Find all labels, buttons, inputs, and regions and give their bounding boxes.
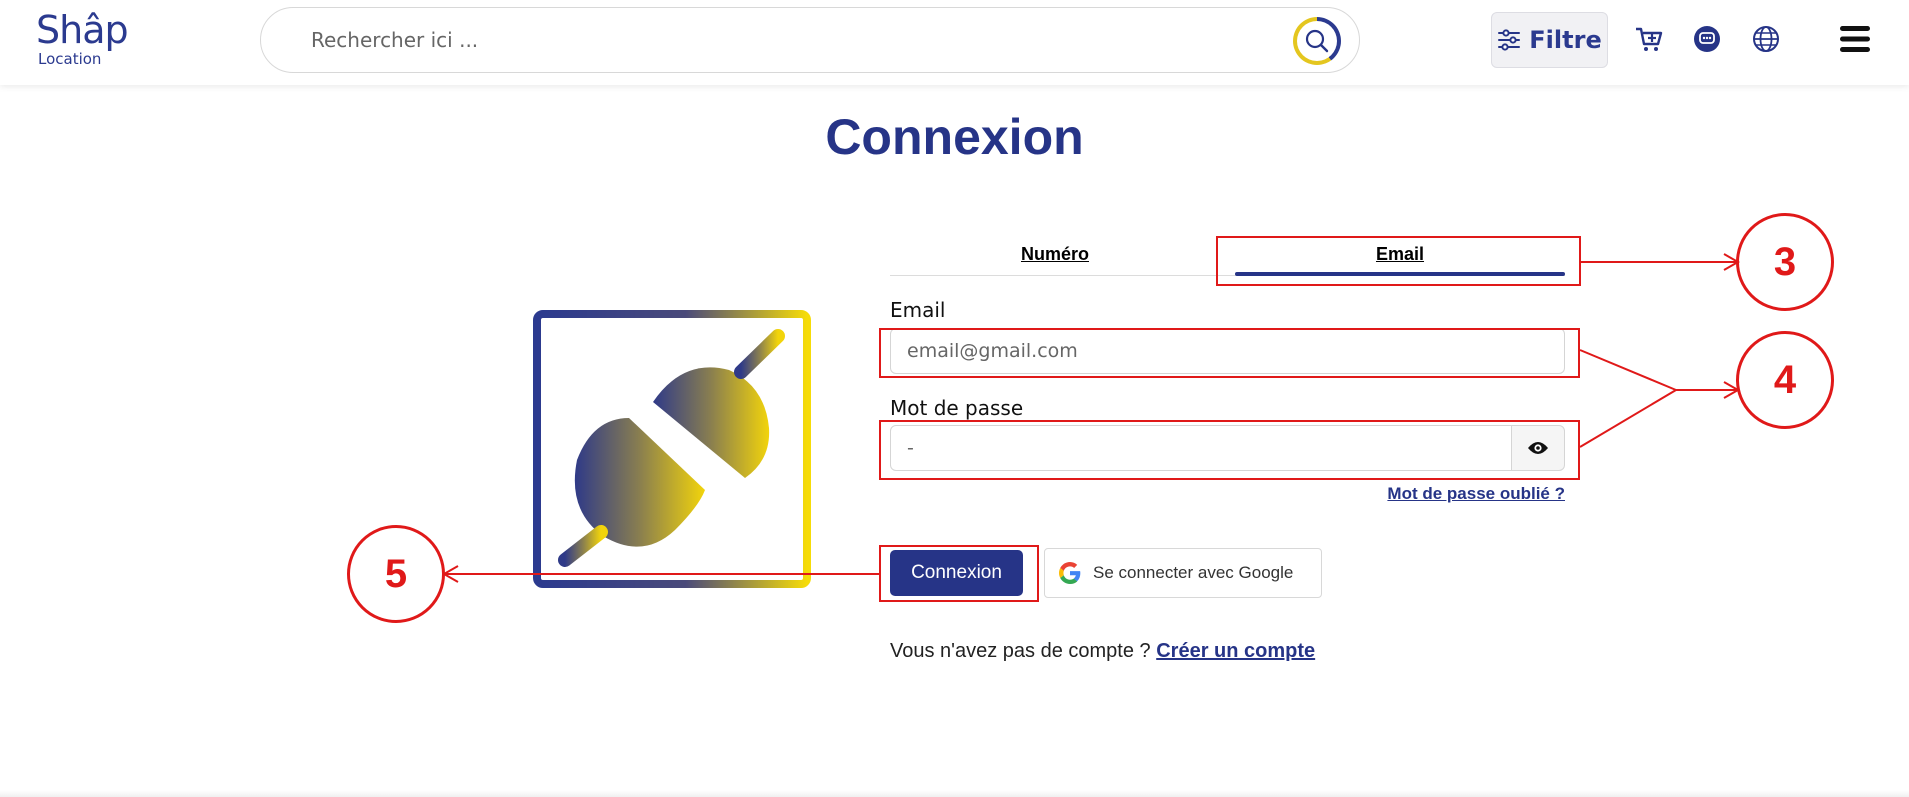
search-bar [260, 7, 1360, 73]
search-input[interactable] [311, 8, 1211, 72]
search-icon [1305, 29, 1329, 53]
globe-icon [1753, 26, 1779, 52]
google-button-label: Se connecter avec Google [1093, 563, 1294, 582]
annotation-box-email-field [879, 328, 1580, 378]
signup-text: Vous n'avez pas de compte ? [890, 640, 1151, 662]
filter-label: Filtre [1529, 26, 1602, 54]
password-label: Mot de passe [890, 396, 1024, 420]
annotation-label-4: 4 [1736, 331, 1834, 429]
cart-add-icon [1636, 27, 1663, 51]
page-title: Connexion [825, 109, 1084, 165]
menu-button[interactable] [1836, 22, 1874, 56]
signup-prompt: Vous n'avez pas de compte ? Créer un com… [890, 640, 1315, 663]
create-account-link[interactable]: Créer un compte [1156, 640, 1315, 662]
annotation-label-5: 5 [347, 525, 445, 623]
annotation-box-login-button [879, 545, 1039, 602]
forgot-password-link[interactable]: Mot de passe oublié ? [1300, 484, 1565, 504]
google-login-button[interactable]: Se connecter avec Google [1044, 548, 1322, 598]
sliders-icon [1498, 29, 1521, 51]
email-label: Email [890, 298, 946, 322]
hamburger-menu-icon [1840, 26, 1870, 52]
filter-button[interactable]: Filtre [1491, 12, 1608, 68]
logo-subtext: Location [38, 50, 102, 68]
top-header: Shâp Location Filtre [0, 0, 1909, 85]
annotation-label-3: 3 [1736, 213, 1834, 311]
site-logo[interactable]: Shâp Location [36, 8, 136, 70]
annotation-box-password-field [879, 420, 1580, 480]
chat-icon [1694, 26, 1720, 52]
language-button[interactable] [1749, 22, 1783, 56]
footer-edge [0, 790, 1909, 797]
plug-illustration [533, 310, 811, 588]
annotation-box-email-tab [1216, 236, 1581, 286]
search-button[interactable] [1293, 17, 1341, 65]
cart-button[interactable] [1632, 22, 1666, 56]
chat-button[interactable] [1690, 22, 1724, 56]
logo-text: Shâp [36, 8, 129, 52]
google-icon [1059, 562, 1081, 584]
tab-numero[interactable]: Numéro [890, 236, 1220, 276]
